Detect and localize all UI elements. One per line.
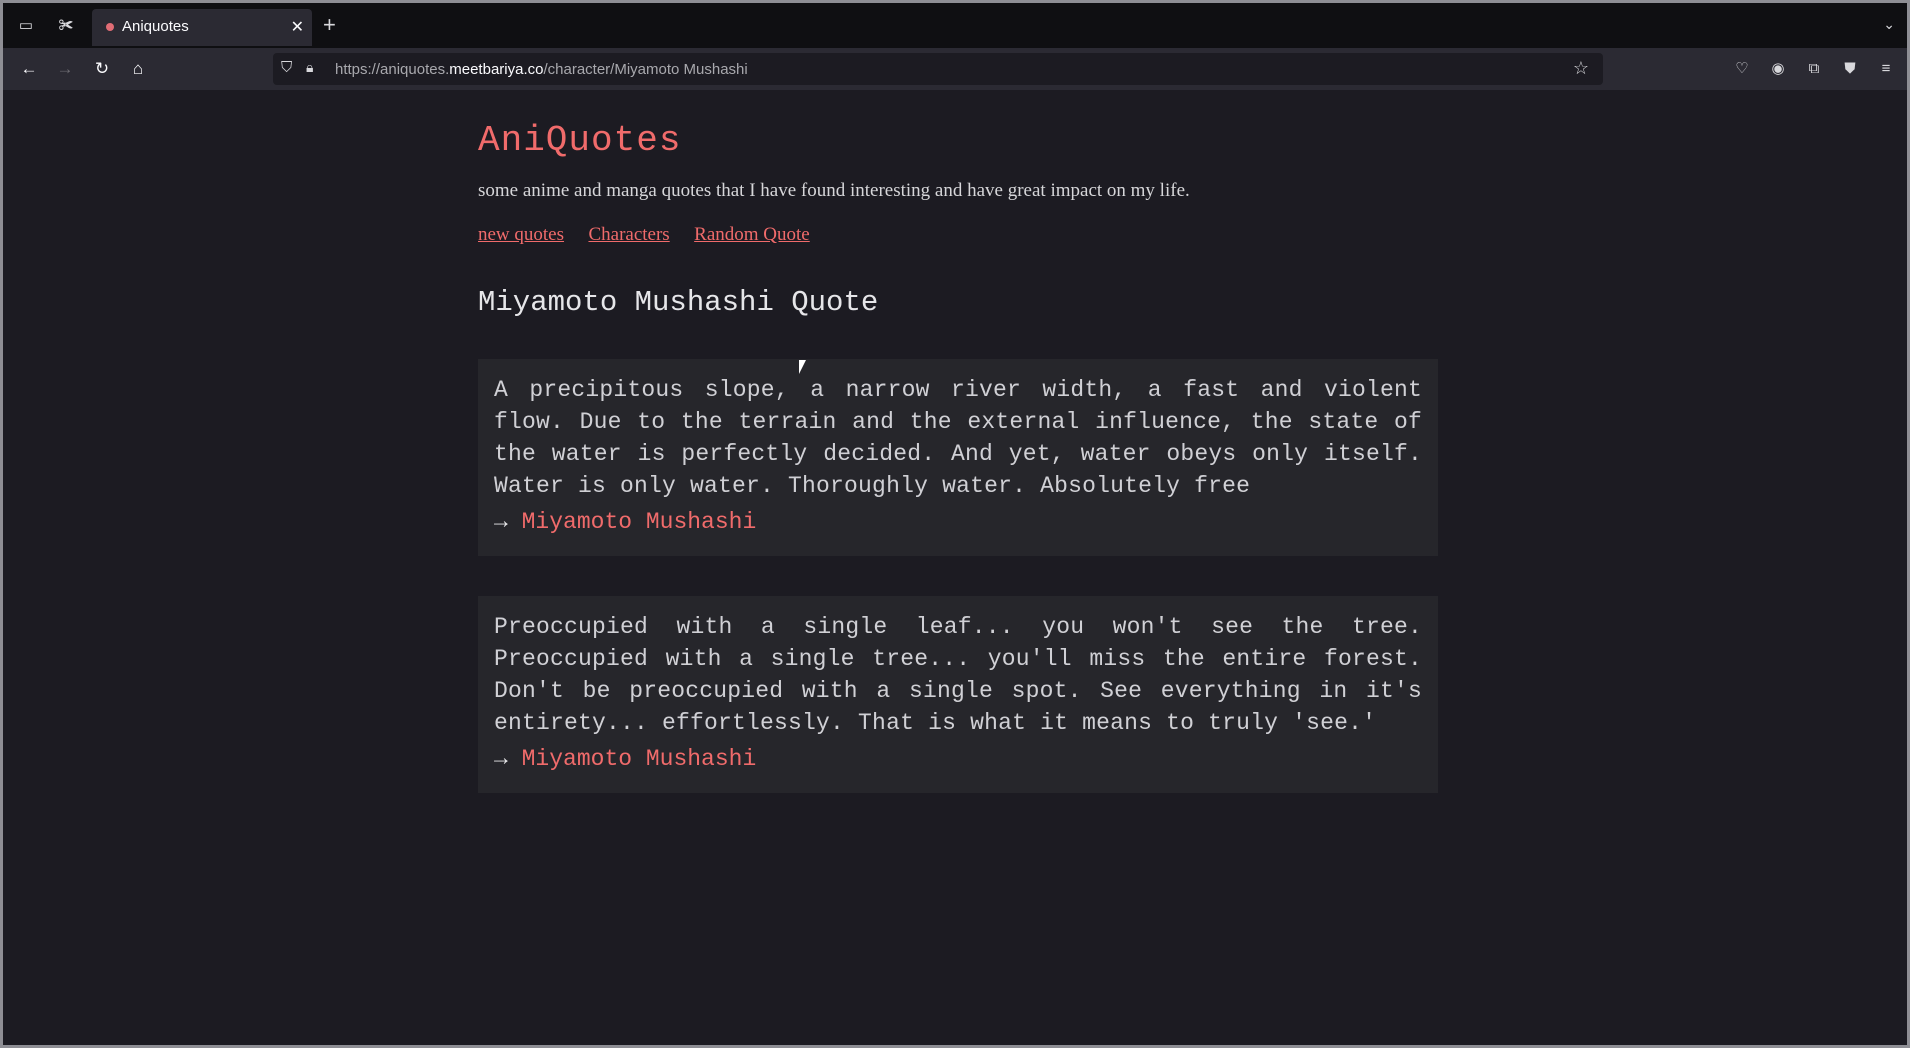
menu-hamburger-icon[interactable]: ≡ [1875,58,1897,80]
tab-aniquotes[interactable]: Aniquotes ✕ [92,9,312,46]
url-prefix: https://aniquotes. [335,61,450,78]
site-subtitle: some anime and manga quotes that I have … [478,180,1190,201]
nav-link-characters[interactable]: Characters [588,224,669,245]
navigation-toolbar: ← → ↻ ⌂ ⛉ 🔒︎ https://aniquotes.meetbariy… [3,48,1907,90]
ublock-shield-icon[interactable]: ⛊ [1839,58,1861,80]
tracking-protection-shield-icon[interactable]: ⛉ [281,59,292,76]
nav-link-new-quotes[interactable]: new quotes [478,224,564,245]
account-icon[interactable]: ◉ [1767,58,1789,80]
address-bar[interactable]: ⛉ 🔒︎ https://aniquotes.meetbariya.co/cha… [273,53,1603,85]
arrow-icon: → [494,509,508,535]
sidebar-tools-icon[interactable]: ✀ [55,15,77,37]
pocket-icon[interactable]: ♡ [1731,58,1753,80]
site-nav: new quotes Characters Random Quote [478,224,1438,246]
quote-card: Preoccupied with a single leaf... you wo… [478,596,1438,793]
home-icon[interactable]: ⌂ [127,58,149,80]
tab-title: Aniquotes [122,18,189,35]
forward-icon[interactable]: → [54,58,76,80]
new-tab-button[interactable]: + [323,14,336,36]
quote-card: A precipitous slope, a narrow river widt… [478,359,1438,556]
extensions-icon[interactable]: ⧉ [1803,58,1825,80]
mouse-cursor-icon [799,360,806,374]
author-link[interactable]: Miyamoto Mushashi [522,509,757,535]
author-link[interactable]: Miyamoto Mushashi [522,746,757,772]
site-title[interactable]: AniQuotes [478,120,1438,161]
site-favicon-icon [106,23,114,31]
tab-list-chevron-icon[interactable]: ⌄ [1883,16,1895,33]
tab-strip: ▭ ✀ Aniquotes ✕ + ⌄ [3,3,1907,48]
page-title: Miyamoto Mushashi Quote [478,286,879,319]
quote-text: A precipitous slope, a narrow river widt… [494,377,1422,499]
nav-link-random-quote[interactable]: Random Quote [694,224,810,245]
url-text[interactable]: https://aniquotes.meetbariya.co/characte… [335,61,748,78]
quote-author: → Miyamoto Mushashi [494,506,1422,538]
lock-icon[interactable]: 🔒︎ [306,59,313,76]
url-domain: meetbariya.co [449,61,544,78]
page-content: AniQuotes some anime and manga quotes th… [478,90,1438,793]
quote-text: Preoccupied with a single leaf... you wo… [494,614,1422,736]
firefox-view-icon[interactable]: ▭ [15,15,37,37]
arrow-icon: → [494,746,508,772]
quote-author: → Miyamoto Mushashi [494,743,1422,775]
bookmark-star-icon[interactable]: ☆ [1573,58,1589,79]
back-icon[interactable]: ← [18,58,40,80]
url-path: /character/Miyamoto Mushashi [543,61,748,78]
close-tab-icon[interactable]: ✕ [291,17,304,37]
reload-icon[interactable]: ↻ [91,58,113,80]
